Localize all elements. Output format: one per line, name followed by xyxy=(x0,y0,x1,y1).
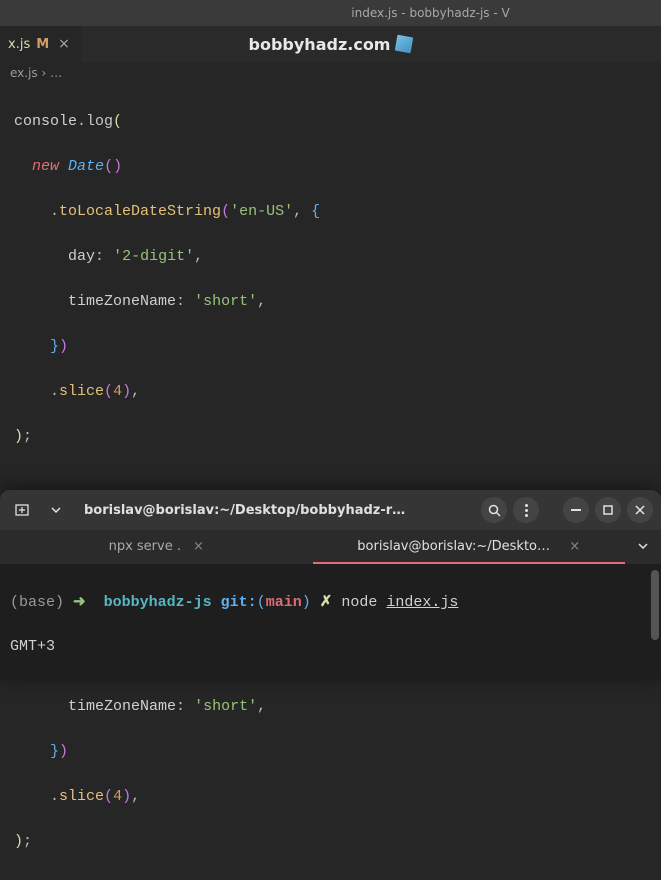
breadcrumb-sep: › xyxy=(42,66,47,80)
breadcrumb-rest: … xyxy=(50,66,62,80)
code-line: new Date() xyxy=(14,156,647,179)
terminal-tab-2[interactable]: borislav@borislav:~/Desktop/b… × xyxy=(313,530,626,564)
terminal-body[interactable]: (base) ➜ bobbyhadz-js git:(main) ✗ node … xyxy=(0,564,661,679)
terminal-tab-label: borislav@borislav:~/Desktop/b… xyxy=(357,539,557,554)
code-line: .slice(4), xyxy=(14,381,647,404)
url-display: bobbyhadz.com xyxy=(249,35,413,54)
breadcrumb[interactable]: ex.js › … xyxy=(0,62,661,84)
url-text: bobbyhadz.com xyxy=(249,35,391,54)
terminal-tab-label: npx serve . xyxy=(109,539,181,554)
terminal-line: (base) ➜ bobbyhadz-js git:(main) ✗ node … xyxy=(10,592,651,614)
close-icon[interactable]: × xyxy=(569,539,580,554)
code-line: }) xyxy=(14,336,647,359)
code-line: timeZoneName: 'short', xyxy=(14,696,647,719)
window-title-bar: index.js - bobbyhadz-js - V xyxy=(0,0,661,26)
new-tab-button[interactable] xyxy=(8,496,36,524)
editor-tab-row: x.js M × bobbyhadz.com xyxy=(0,26,661,62)
close-icon[interactable]: × xyxy=(55,36,73,52)
code-line: .toLocaleDateString('en-US', { xyxy=(14,201,647,224)
code-line: ); xyxy=(14,831,647,854)
maximize-button[interactable] xyxy=(595,497,621,523)
tabs-dropdown[interactable] xyxy=(625,530,661,564)
minimize-button[interactable] xyxy=(563,497,589,523)
code-line: }) xyxy=(14,741,647,764)
editor-tab[interactable]: x.js M × xyxy=(0,26,81,62)
terminal-line: GMT+3 xyxy=(10,636,651,658)
code-editor[interactable]: console.log( new Date() .toLocaleDateStr… xyxy=(0,84,661,880)
code-line: ); xyxy=(14,426,647,449)
scrollbar[interactable] xyxy=(651,570,659,640)
tab-filename: x.js xyxy=(8,37,30,52)
close-button[interactable] xyxy=(627,497,653,523)
code-line: day: '2-digit', xyxy=(14,246,647,269)
window-title: index.js - bobbyhadz-js - V xyxy=(351,6,509,20)
code-line: console.log( xyxy=(14,111,647,134)
breadcrumb-file: ex.js xyxy=(10,66,38,80)
code-line: .slice(4), xyxy=(14,786,647,809)
terminal-tab-1[interactable]: npx serve . × xyxy=(0,530,313,564)
cube-icon xyxy=(395,35,414,54)
code-line: timeZoneName: 'short', xyxy=(14,291,647,314)
search-button[interactable] xyxy=(481,497,507,523)
tab-modified-badge: M xyxy=(36,37,49,52)
terminal-window: borislav@borislav:~/Desktop/bobbyhadz-r…… xyxy=(0,490,661,679)
close-icon[interactable]: × xyxy=(193,539,204,554)
terminal-title: borislav@borislav:~/Desktop/bobbyhadz-r… xyxy=(76,503,475,518)
chevron-down-icon[interactable] xyxy=(42,496,70,524)
menu-button[interactable] xyxy=(513,497,539,523)
terminal-header: borislav@borislav:~/Desktop/bobbyhadz-r… xyxy=(0,490,661,530)
terminal-tabs: npx serve . × borislav@borislav:~/Deskto… xyxy=(0,530,661,564)
